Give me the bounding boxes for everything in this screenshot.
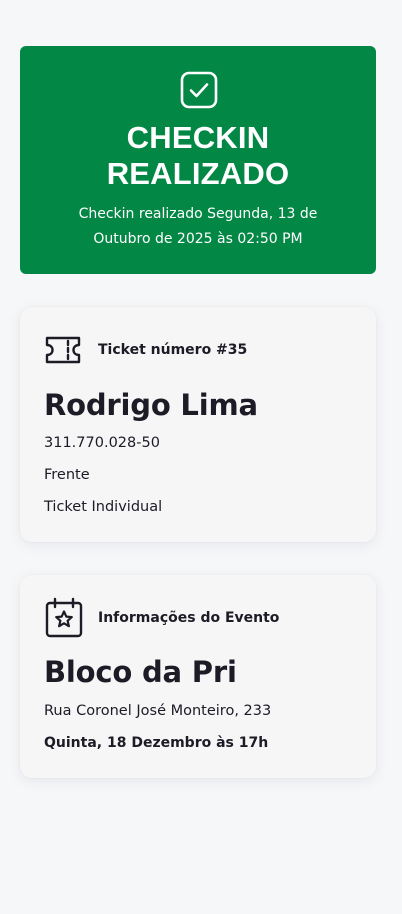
calendar-star-icon [45, 597, 83, 638]
ticket-card: Ticket número #35 Rodrigo Lima 311.770.0… [20, 307, 376, 542]
event-address: Rua Coronel José Monteiro, 233 [44, 703, 272, 719]
event-card: Informações do Evento Bloco da Pri Rua C… [20, 575, 376, 778]
attendee-document: 311.770.028-50 [44, 435, 160, 451]
banner-subtitle: Checkin realizado Segunda, 13 de Outubro… [50, 202, 346, 252]
ticket-type: Ticket Individual [44, 499, 163, 515]
banner-subtitle-line1: Checkin realizado Segunda, 13 de [78, 206, 318, 222]
checkin-screen: CHECKIN REALIZADO Checkin realizado Segu… [0, 0, 402, 914]
checkin-success-banner: CHECKIN REALIZADO Checkin realizado Segu… [20, 46, 376, 274]
banner-title-line2: REALIZADO [106, 156, 290, 191]
attendee-name: Rodrigo Lima [44, 388, 258, 422]
ticket-icon [45, 336, 81, 364]
checkbox-check-icon [180, 71, 218, 109]
banner-title: CHECKIN REALIZADO [20, 120, 376, 192]
event-datetime: Quinta, 18 Dezembro às 17h [44, 735, 269, 751]
banner-subtitle-line2: Outubro de 2025 às 02:50 PM [93, 231, 303, 247]
ticket-number-label: Ticket número #35 [98, 342, 248, 358]
event-info-label: Informações do Evento [98, 610, 280, 626]
ticket-sector: Frente [44, 467, 90, 483]
event-name: Bloco da Pri [44, 655, 237, 689]
banner-title-line1: CHECKIN [126, 120, 270, 155]
